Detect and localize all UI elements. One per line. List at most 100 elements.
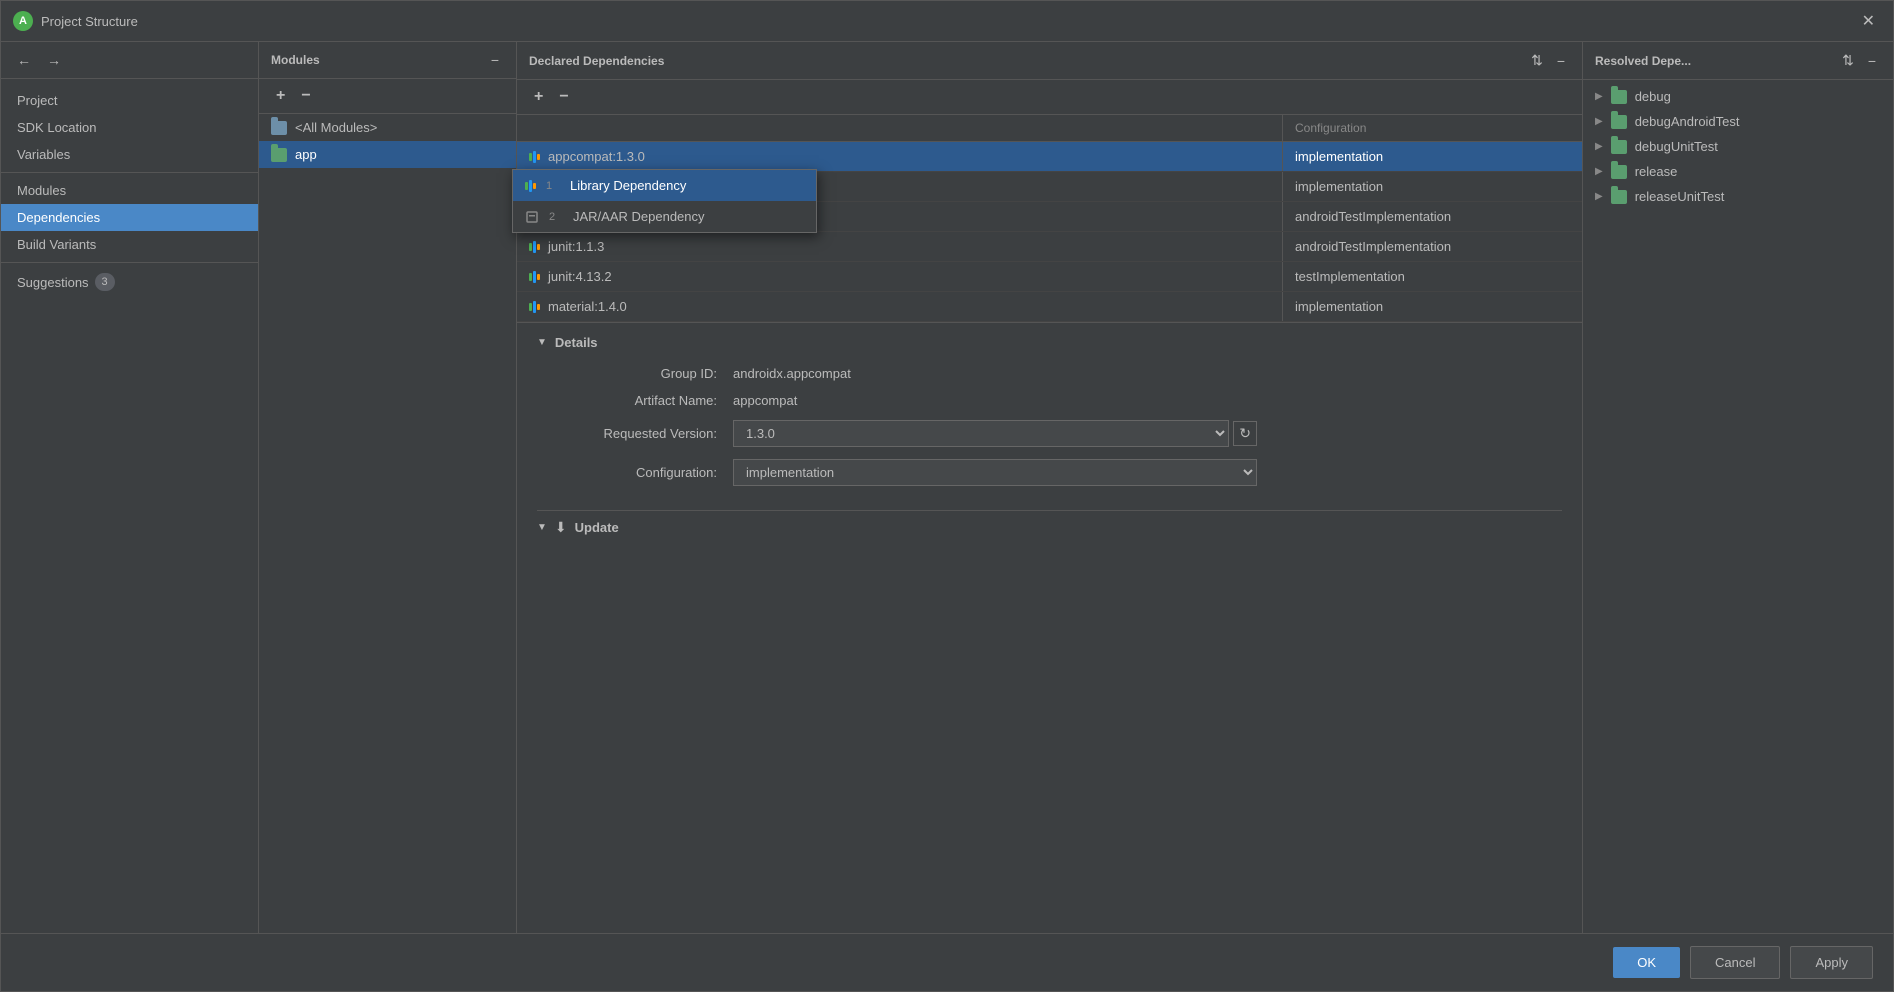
config-select[interactable]: implementation: [733, 459, 1257, 486]
resolved-list: ▶ debug ▶ debugAndroidTest ▶ debugUnitTe…: [1583, 80, 1893, 933]
details-collapse-arrow[interactable]: ▼: [537, 337, 547, 348]
sidebar-item-variables[interactable]: Variables: [1, 141, 258, 168]
resolved-item-debugUnitTest[interactable]: ▶ debugUnitTest: [1583, 134, 1893, 159]
dep-name-junit113: junit:1.1.3: [517, 232, 1282, 261]
details-title: Details: [555, 335, 598, 350]
dep-conf-constraintlayout: implementation: [1282, 172, 1582, 201]
close-button[interactable]: ✕: [1856, 9, 1881, 33]
deps-remove-button[interactable]: −: [554, 86, 573, 108]
dep-conf-junit113: androidTestImplementation: [1282, 232, 1582, 261]
resolved-panel: Resolved Depe... ⇅ − ▶ debug ▶ debugAndr…: [1583, 42, 1893, 933]
version-refresh-button[interactable]: ↻: [1233, 421, 1257, 446]
update-label: Update: [575, 520, 619, 535]
dep-icon-material: [529, 301, 540, 313]
sidebar-divider-1: [1, 172, 258, 173]
sidebar: ← → Project SDK Location Variables Modul…: [1, 42, 259, 933]
sidebar-item-dependencies[interactable]: Dependencies: [1, 204, 258, 231]
modules-add-button[interactable]: +: [271, 85, 290, 107]
folder-icon-debug: [1611, 90, 1627, 104]
sidebar-item-suggestions[interactable]: Suggestions 3: [1, 267, 258, 297]
dep-name-appcompat: appcompat:1.3.0: [517, 142, 1282, 171]
update-collapse-arrow[interactable]: ▼: [537, 522, 547, 533]
details-form: Group ID: androidx.appcompat Artifact Na…: [557, 366, 1257, 486]
dep-row-material[interactable]: material:1.4.0 implementation: [517, 292, 1582, 322]
version-select[interactable]: 1.3.0: [733, 420, 1229, 447]
folder-icon-debugUnitTest: [1611, 140, 1627, 154]
module-item-app[interactable]: app: [259, 141, 516, 168]
folder-icon-release: [1611, 165, 1627, 179]
modules-panel-actions: −: [486, 50, 504, 70]
dropdown-item-jar-label: JAR/AAR Dependency: [573, 209, 705, 224]
deps-expand-button[interactable]: ⇅: [1526, 50, 1548, 71]
project-structure-dialog: A Project Structure ✕ ← → Project SDK Lo…: [0, 0, 1894, 992]
dep-name-junit4132: junit:4.13.2: [517, 262, 1282, 291]
modules-collapse-button[interactable]: −: [486, 50, 504, 70]
dep-icon-appcompat: [529, 151, 540, 163]
apply-button[interactable]: Apply: [1790, 946, 1873, 979]
nav-back-button[interactable]: ←: [13, 50, 35, 70]
dep-conf-espresso: androidTestImplementation: [1282, 202, 1582, 231]
add-dependency-dropdown: 1 Library Dependency 2 JAR/AAR Dependenc…: [517, 169, 817, 233]
modules-remove-button[interactable]: −: [296, 85, 315, 107]
folder-icon-debugAndroidTest: [1611, 115, 1627, 129]
modules-toolbar: + −: [259, 79, 516, 114]
details-header: ▼ Details: [537, 335, 1562, 350]
modules-list: <All Modules> app: [259, 114, 516, 933]
dep-icon-junit4132: [529, 271, 540, 283]
folder-icon: [271, 121, 287, 135]
dependencies-panel: Declared Dependencies ⇅ − + −: [517, 42, 1583, 933]
module-item-all[interactable]: <All Modules>: [259, 114, 516, 141]
deps-panel-header: Declared Dependencies ⇅ −: [517, 42, 1582, 80]
resolved-item-debug[interactable]: ▶ debug: [1583, 84, 1893, 109]
config-select-wrap: implementation: [733, 459, 1257, 486]
nav-arrows: ← →: [1, 42, 258, 79]
dep-row-junit4132[interactable]: junit:4.13.2 testImplementation: [517, 262, 1582, 292]
dep-name-material: material:1.4.0: [517, 292, 1282, 321]
sidebar-nav: Project SDK Location Variables Modules D…: [1, 79, 258, 305]
resolved-panel-actions: ⇅ −: [1837, 50, 1881, 71]
app-icon: A: [13, 11, 33, 31]
update-download-icon: ⬇: [555, 519, 567, 536]
deps-col-dependency: [517, 115, 1282, 141]
main-content: ← → Project SDK Location Variables Modul…: [1, 42, 1893, 933]
cancel-button[interactable]: Cancel: [1690, 946, 1780, 979]
dep-conf-appcompat: implementation: [1282, 142, 1582, 171]
dropdown-item-library-label: Library Dependency: [570, 178, 686, 193]
resolved-collapse-button[interactable]: −: [1863, 51, 1881, 71]
config-label: Configuration:: [557, 465, 717, 480]
deps-toolbar: + −: [517, 80, 1582, 115]
folder-icon-releaseUnitTest: [1611, 190, 1627, 204]
update-section: ▼ ⬇ Update: [537, 510, 1562, 536]
sidebar-divider-2: [1, 262, 258, 263]
dep-icon-junit113: [529, 241, 540, 253]
dep-row-appcompat[interactable]: appcompat:1.3.0 implementation: [517, 142, 1582, 172]
resolved-panel-header: Resolved Depe... ⇅ −: [1583, 42, 1893, 80]
jar-dep-icon: [525, 210, 539, 224]
bottom-bar: OK Cancel Apply: [1, 933, 1893, 991]
dep-conf-junit4132: testImplementation: [1282, 262, 1582, 291]
dropdown-num-1: 1: [546, 180, 560, 192]
sidebar-item-project[interactable]: Project: [1, 87, 258, 114]
dep-row-junit113[interactable]: junit:1.1.3 androidTestImplementation: [517, 232, 1582, 262]
deps-add-button[interactable]: +: [529, 86, 548, 108]
folder-icon-app: [271, 148, 287, 162]
sidebar-item-sdk-location[interactable]: SDK Location: [1, 114, 258, 141]
deps-collapse-button[interactable]: −: [1552, 51, 1570, 71]
resolved-expand-button[interactable]: ⇅: [1837, 50, 1859, 71]
artifact-label: Artifact Name:: [557, 393, 717, 408]
group-id-value: androidx.appcompat: [733, 366, 1257, 381]
version-select-wrap: 1.3.0 ↻: [733, 420, 1257, 447]
deps-table-header: Configuration: [517, 115, 1582, 142]
dropdown-item-jar[interactable]: 2 JAR/AAR Dependency: [517, 201, 816, 232]
resolved-item-debugAndroidTest[interactable]: ▶ debugAndroidTest: [1583, 109, 1893, 134]
dropdown-item-library[interactable]: 1 Library Dependency: [517, 170, 816, 201]
dep-conf-material: implementation: [1282, 292, 1582, 321]
resolved-item-releaseUnitTest[interactable]: ▶ releaseUnitTest: [1583, 184, 1893, 209]
sidebar-item-modules[interactable]: Modules: [1, 177, 258, 204]
title-bar: A Project Structure ✕: [1, 1, 1893, 42]
resolved-item-release[interactable]: ▶ release: [1583, 159, 1893, 184]
modules-panel-header: Modules −: [259, 42, 516, 79]
sidebar-item-build-variants[interactable]: Build Variants: [1, 231, 258, 258]
ok-button[interactable]: OK: [1613, 947, 1680, 978]
nav-forward-button[interactable]: →: [43, 50, 65, 70]
